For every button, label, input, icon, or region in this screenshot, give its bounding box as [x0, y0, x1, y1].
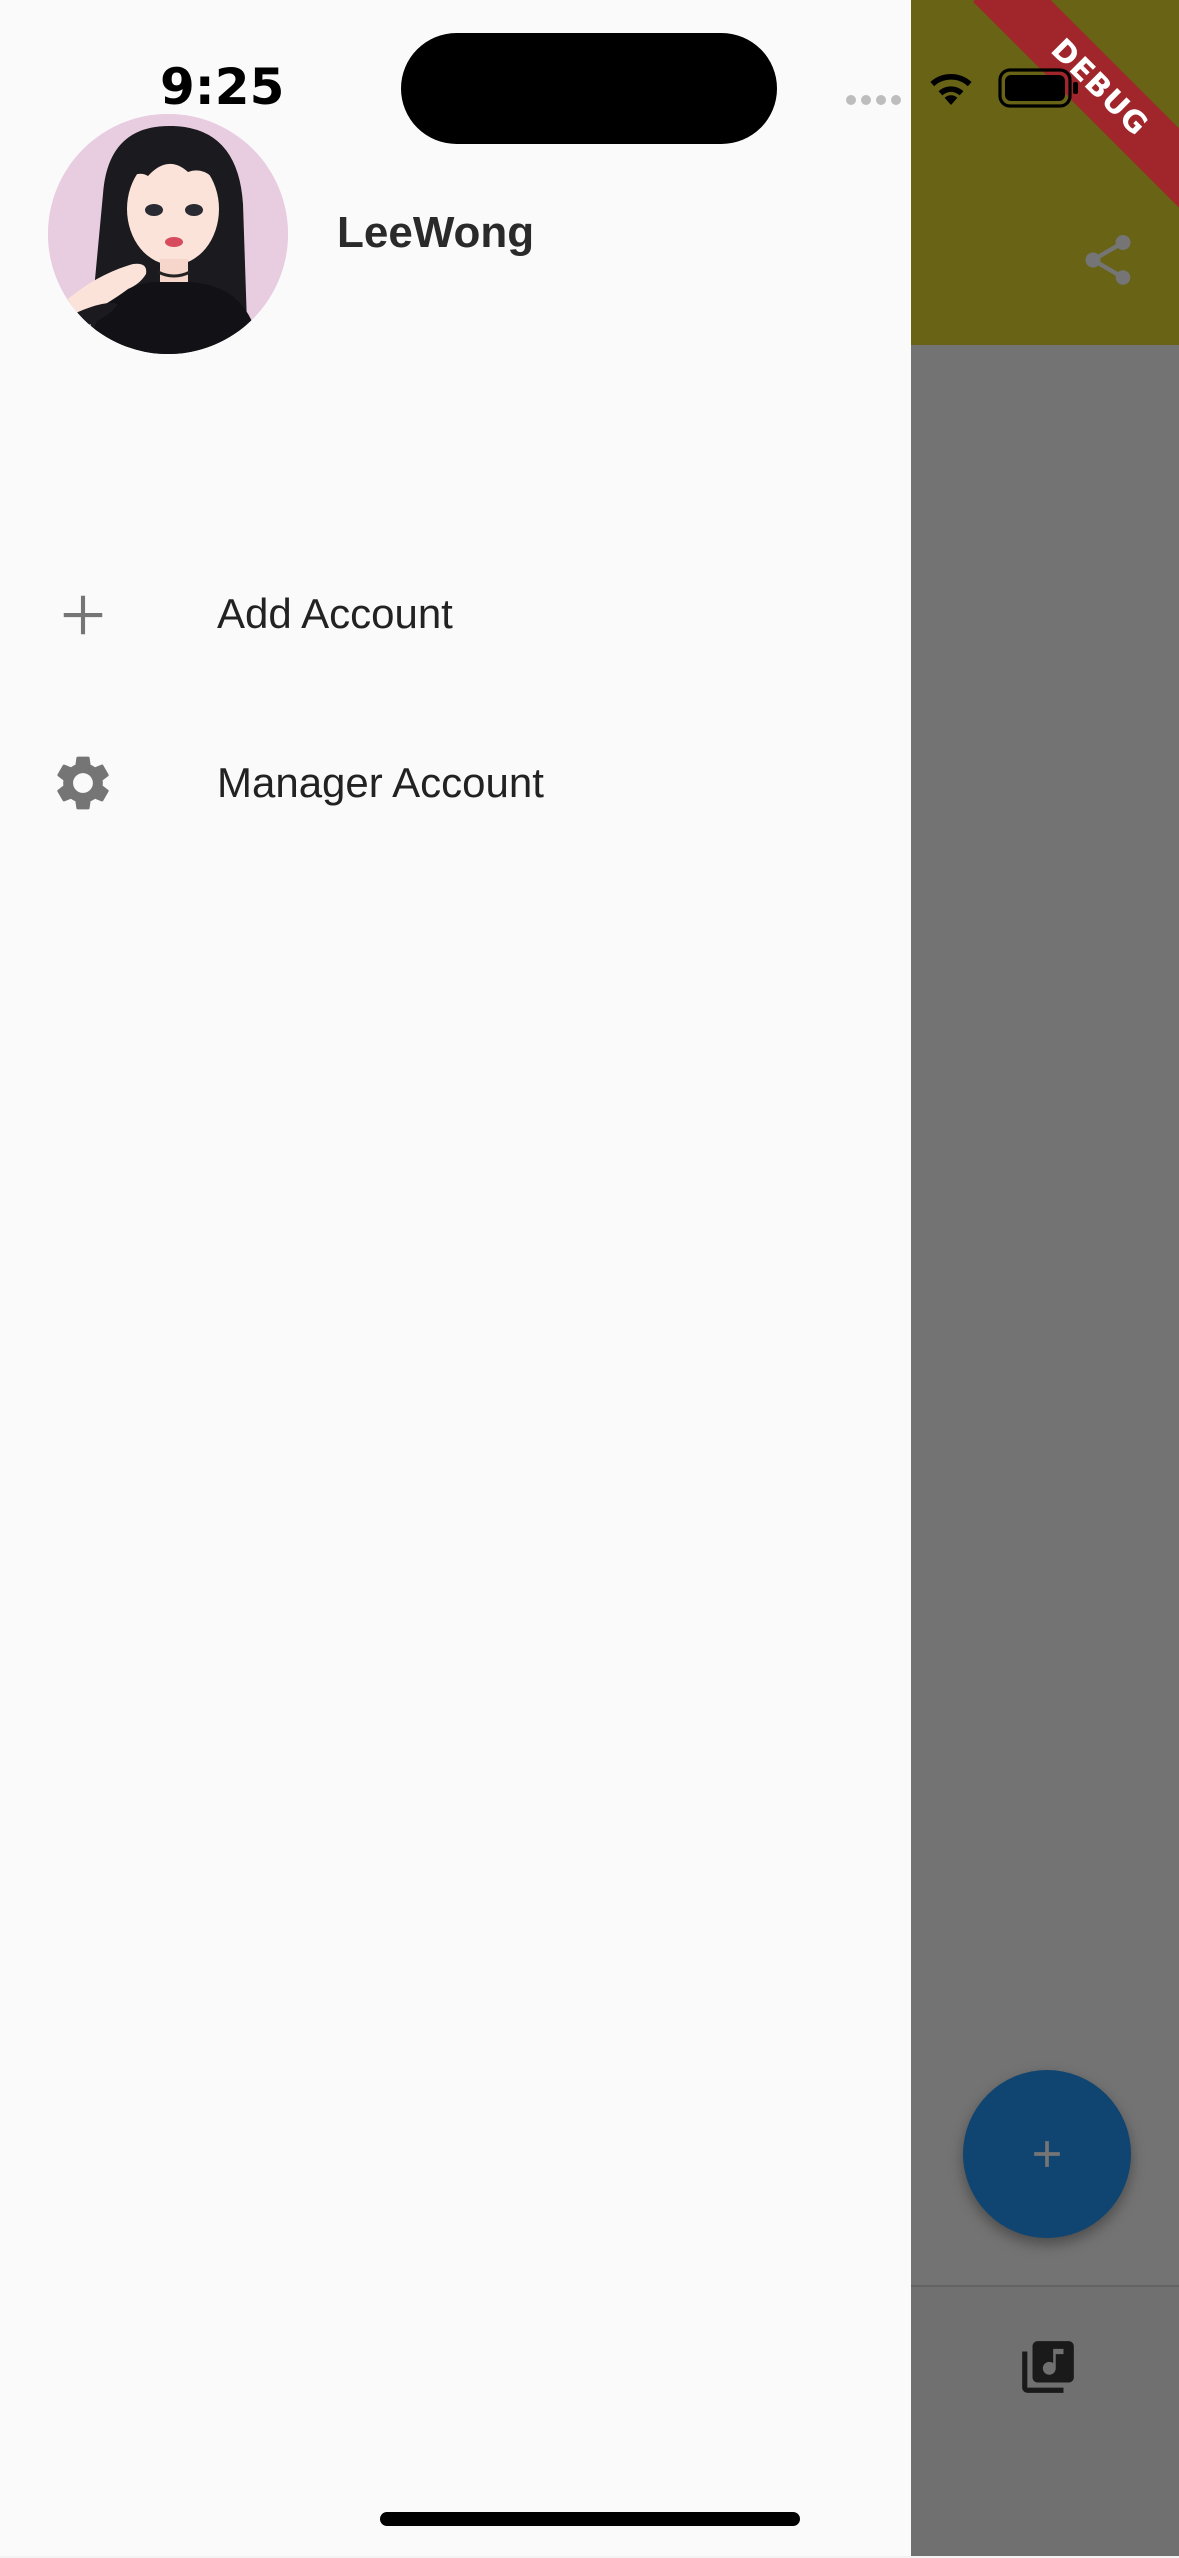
wifi-icon: [930, 73, 972, 105]
menu-item-label: Add Account: [217, 590, 453, 637]
avatar[interactable]: [48, 114, 288, 354]
user-name: LeeWong: [337, 208, 535, 257]
menu-item-manager-account[interactable]: Manager Account: [0, 707, 911, 857]
home-indicator: [380, 2512, 800, 2526]
navigation-drawer: LeeWong Add Account Manager Account: [0, 0, 911, 2556]
dynamic-island: [401, 33, 777, 144]
avatar-illustration: [48, 114, 288, 354]
battery-icon: [998, 68, 1078, 108]
status-time: 9:25: [160, 58, 285, 116]
signal-icon: [846, 95, 901, 105]
menu-item-add-account[interactable]: Add Account: [0, 540, 911, 690]
menu-item-label: Manager Account: [217, 759, 544, 806]
gear-icon: [57, 756, 109, 810]
plus-icon: [63, 595, 103, 635]
